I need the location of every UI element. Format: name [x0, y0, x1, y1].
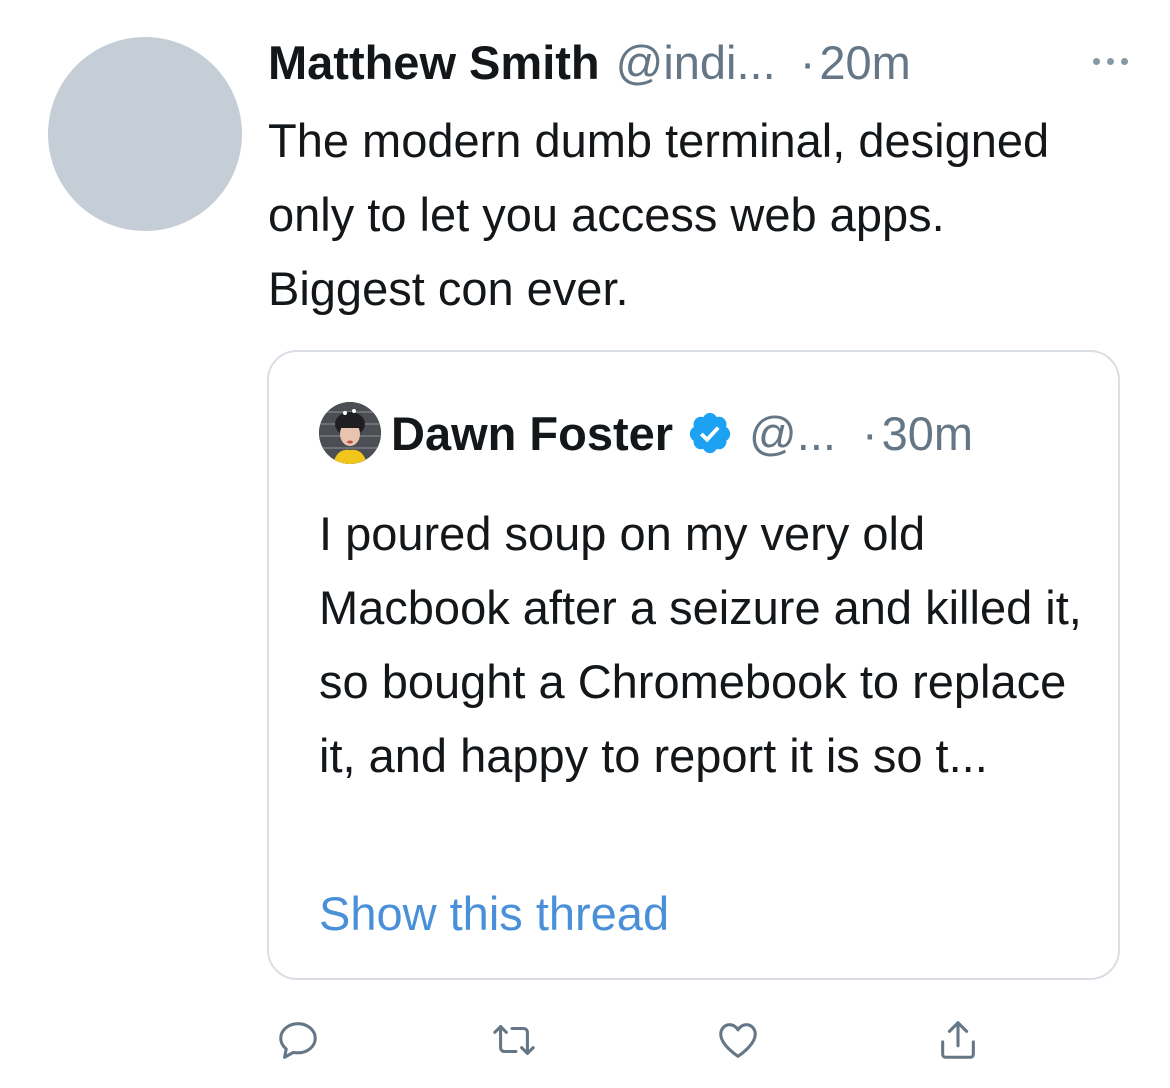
author-handle[interactable]: @indi...	[616, 35, 776, 90]
quoted-author-handle[interactable]: @...	[749, 406, 836, 461]
like-icon[interactable]	[710, 1012, 766, 1068]
quoted-author-name[interactable]: Dawn Foster	[391, 406, 673, 461]
tweet-header: Matthew Smith @indi... · 20m	[268, 28, 1128, 96]
reply-icon[interactable]	[270, 1012, 326, 1068]
tweet-actions	[270, 1012, 1030, 1072]
more-horizontal-icon[interactable]	[1093, 46, 1128, 76]
tweet-text: The modern dumb terminal, designed only …	[268, 114, 1050, 315]
show-thread-link[interactable]: Show this thread	[319, 880, 669, 948]
tweet-time[interactable]: 20m	[819, 35, 910, 90]
author-name[interactable]: Matthew Smith	[268, 35, 600, 90]
verified-badge-icon	[687, 410, 733, 456]
author-avatar[interactable]	[48, 37, 242, 231]
quoted-author-avatar[interactable]	[319, 402, 381, 464]
quoted-tweet-header: Dawn Foster @... · 30m	[391, 397, 973, 469]
quoted-time-separator: ·	[861, 406, 878, 460]
share-icon[interactable]	[930, 1012, 986, 1068]
time-separator: ·	[799, 35, 816, 89]
quoted-tweet-card[interactable]: Dawn Foster @... · 30m I poured soup on …	[267, 350, 1120, 980]
retweet-icon[interactable]	[486, 1012, 542, 1068]
quoted-tweet-text: I poured soup on my very old Macbook aft…	[319, 507, 1082, 782]
quoted-tweet-time[interactable]: 30m	[882, 406, 973, 461]
